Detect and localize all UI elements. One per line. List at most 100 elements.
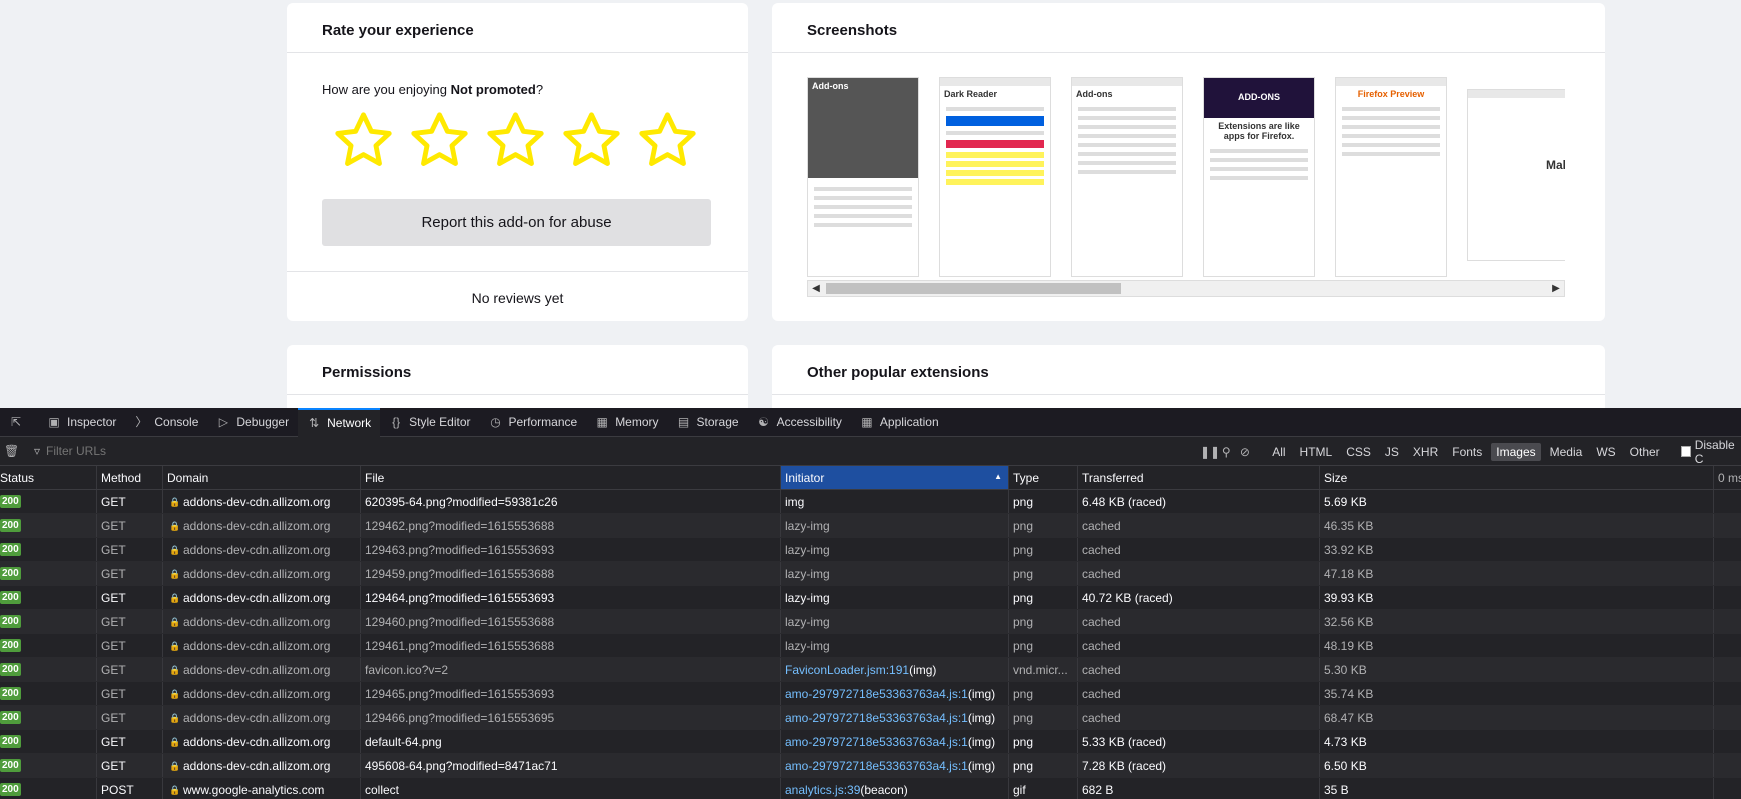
size-cell: 4.73 KB [1320,730,1714,753]
star-3-icon[interactable] [483,108,548,173]
filter-urls-input[interactable] [46,444,346,458]
scroll-left-icon[interactable]: ◀ [808,281,824,296]
table-row[interactable]: 200 GET 🔒 addons-dev-cdn.allizom.org 620395-… [0,490,1741,514]
tab-memory[interactable]: ▦ Memory [586,408,667,437]
filter-all[interactable]: All [1267,443,1290,461]
type-cell: png [1009,514,1078,537]
waterfall-cell [1714,778,1741,799]
col-waterfall[interactable]: 0 ms [1714,466,1741,489]
method-cell: GET [97,538,163,561]
transferred-cell: 40.72 KB (raced) [1078,586,1320,609]
table-row[interactable]: 200 GET 🔒 addons-dev-cdn.allizom.org 129460.… [0,610,1741,634]
status-cell: 200 [0,490,97,513]
tab-inspector[interactable]: ▣ Inspector [38,408,125,437]
filter-css[interactable]: CSS [1341,443,1376,461]
waterfall-cell [1714,610,1741,633]
tab-accessibility[interactable]: ☯ Accessibility [748,408,851,437]
filter-xhr[interactable]: XHR [1408,443,1443,461]
table-row[interactable]: 200 GET 🔒 addons-dev-cdn.allizom.org 129463.… [0,538,1741,562]
star-rating[interactable] [331,108,700,173]
filter-html[interactable]: HTML [1295,443,1338,461]
col-method[interactable]: Method [97,466,163,489]
size-cell: 39.93 KB [1320,586,1714,609]
screenshot-thumb[interactable]: Dark Reader [939,77,1051,277]
col-transferred[interactable]: Transferred [1078,466,1320,489]
disable-cache-checkbox[interactable]: Disable C [1680,438,1741,466]
filter-fonts[interactable]: Fonts [1447,443,1487,461]
star-1-icon[interactable] [331,108,396,173]
search-icon[interactable]: ⚲ [1220,445,1233,459]
screenshot-thumb[interactable]: Add-ons [807,77,919,277]
domain-cell: 🔒 addons-dev-cdn.allizom.org [163,586,361,609]
screenshot-thumb[interactable]: Make [1467,89,1565,261]
gallery-scrollbar[interactable]: ◀ ▶ [807,280,1565,297]
tab-application[interactable]: ▦ Application [851,408,948,437]
tab-debugger[interactable]: ▷ Debugger [207,408,298,437]
tab-performance[interactable]: ◷ Performance [479,408,586,437]
table-row[interactable]: 200 GET 🔒 addons-dev-cdn.allizom.org default… [0,730,1741,754]
filter-images[interactable]: Images [1491,442,1541,461]
initiator-link[interactable]: amo-297972718e53363763a4.js:1 [785,711,968,725]
col-status[interactable]: Status [0,466,97,489]
table-row[interactable]: 200 GET 🔒 addons-dev-cdn.allizom.org 129465.… [0,682,1741,706]
tab-storage[interactable]: ▤ Storage [668,408,748,437]
screenshot-thumb[interactable]: Firefox Preview [1335,77,1447,277]
table-row[interactable]: 200 GET 🔒 addons-dev-cdn.allizom.org 129462.… [0,514,1741,538]
status-badge: 200 [0,735,21,748]
lock-icon: 🔒 [169,544,181,555]
filter-media[interactable]: Media [1545,443,1588,461]
domain-cell: 🔒 addons-dev-cdn.allizom.org [163,658,361,681]
scroll-thumb[interactable] [826,283,1121,294]
tab-console[interactable]: 〉 Console [125,408,207,437]
report-abuse-button[interactable]: Report this add-on for abuse [322,199,711,246]
initiator-link[interactable]: amo-297972718e53363763a4.js:1 [785,687,968,701]
table-row[interactable]: 200 GET 🔒 addons-dev-cdn.allizom.org 129459.… [0,562,1741,586]
initiator-link[interactable]: FaviconLoader.jsm:191 [785,663,909,677]
initiator-link[interactable]: amo-297972718e53363763a4.js:1 [785,735,968,749]
star-2-icon[interactable] [407,108,472,173]
other-extensions-card-title: Other popular extensions [772,345,1605,395]
type-cell: png [1009,586,1078,609]
table-row[interactable]: 200 GET 🔒 addons-dev-cdn.allizom.org 129464.… [0,586,1741,610]
element-picker-button[interactable]: ⇱ [0,408,38,437]
table-row[interactable]: 200 GET 🔒 addons-dev-cdn.allizom.org 129461.… [0,634,1741,658]
initiator-cell: amo-297972718e53363763a4.js:1 (img) [781,730,1009,753]
screenshot-thumb[interactable]: Add-ons [1071,77,1183,277]
status-cell: 200 [0,562,97,585]
col-type[interactable]: Type [1009,466,1078,489]
table-row[interactable]: 200 GET 🔒 addons-dev-cdn.allizom.org 129466.… [0,706,1741,730]
initiator-cell: analytics.js:39 (beacon) [781,778,1009,799]
status-badge: 200 [0,711,21,724]
tab-style-editor[interactable]: {} Style Editor [380,408,479,437]
screenshot-thumb[interactable]: ADD-ONS Extensions are like apps for Fir… [1203,77,1315,277]
initiator-cell: amo-297972718e53363763a4.js:1 (img) [781,754,1009,777]
filter-ws[interactable]: WS [1591,443,1620,461]
initiator-cell: lazy-img [781,586,1009,609]
method-cell: GET [97,514,163,537]
filter-other[interactable]: Other [1625,443,1665,461]
waterfall-cell [1714,730,1741,753]
initiator-cell: lazy-img [781,514,1009,537]
type-cell: png [1009,610,1078,633]
col-size[interactable]: Size [1320,466,1714,489]
pause-icon[interactable]: ❚❚ [1200,445,1220,459]
block-icon[interactable]: ⊘ [1239,445,1252,459]
tab-network[interactable]: ⇅ Network [298,407,381,437]
star-5-icon[interactable] [635,108,700,173]
col-domain[interactable]: Domain [163,466,361,489]
table-row[interactable]: 200 GET 🔒 addons-dev-cdn.allizom.org favicon… [0,658,1741,682]
table-row[interactable]: 200 POST 🔒 www.google-analytics.com collect a… [0,778,1741,799]
initiator-cell: lazy-img [781,610,1009,633]
status-badge: 200 [0,567,21,580]
trash-icon[interactable]: 🗑 [4,444,19,458]
col-initiator[interactable]: Initiator ▲ [781,466,1009,489]
filter-js[interactable]: JS [1380,443,1404,461]
col-file[interactable]: File [361,466,781,489]
initiator-link[interactable]: amo-297972718e53363763a4.js:1 [785,759,968,773]
size-cell: 5.30 KB [1320,658,1714,681]
initiator-cell: FaviconLoader.jsm:191 (img) [781,658,1009,681]
scroll-right-icon[interactable]: ▶ [1548,281,1564,296]
initiator-link[interactable]: analytics.js:39 [785,783,860,797]
star-4-icon[interactable] [559,108,624,173]
table-row[interactable]: 200 GET 🔒 addons-dev-cdn.allizom.org 495608-… [0,754,1741,778]
